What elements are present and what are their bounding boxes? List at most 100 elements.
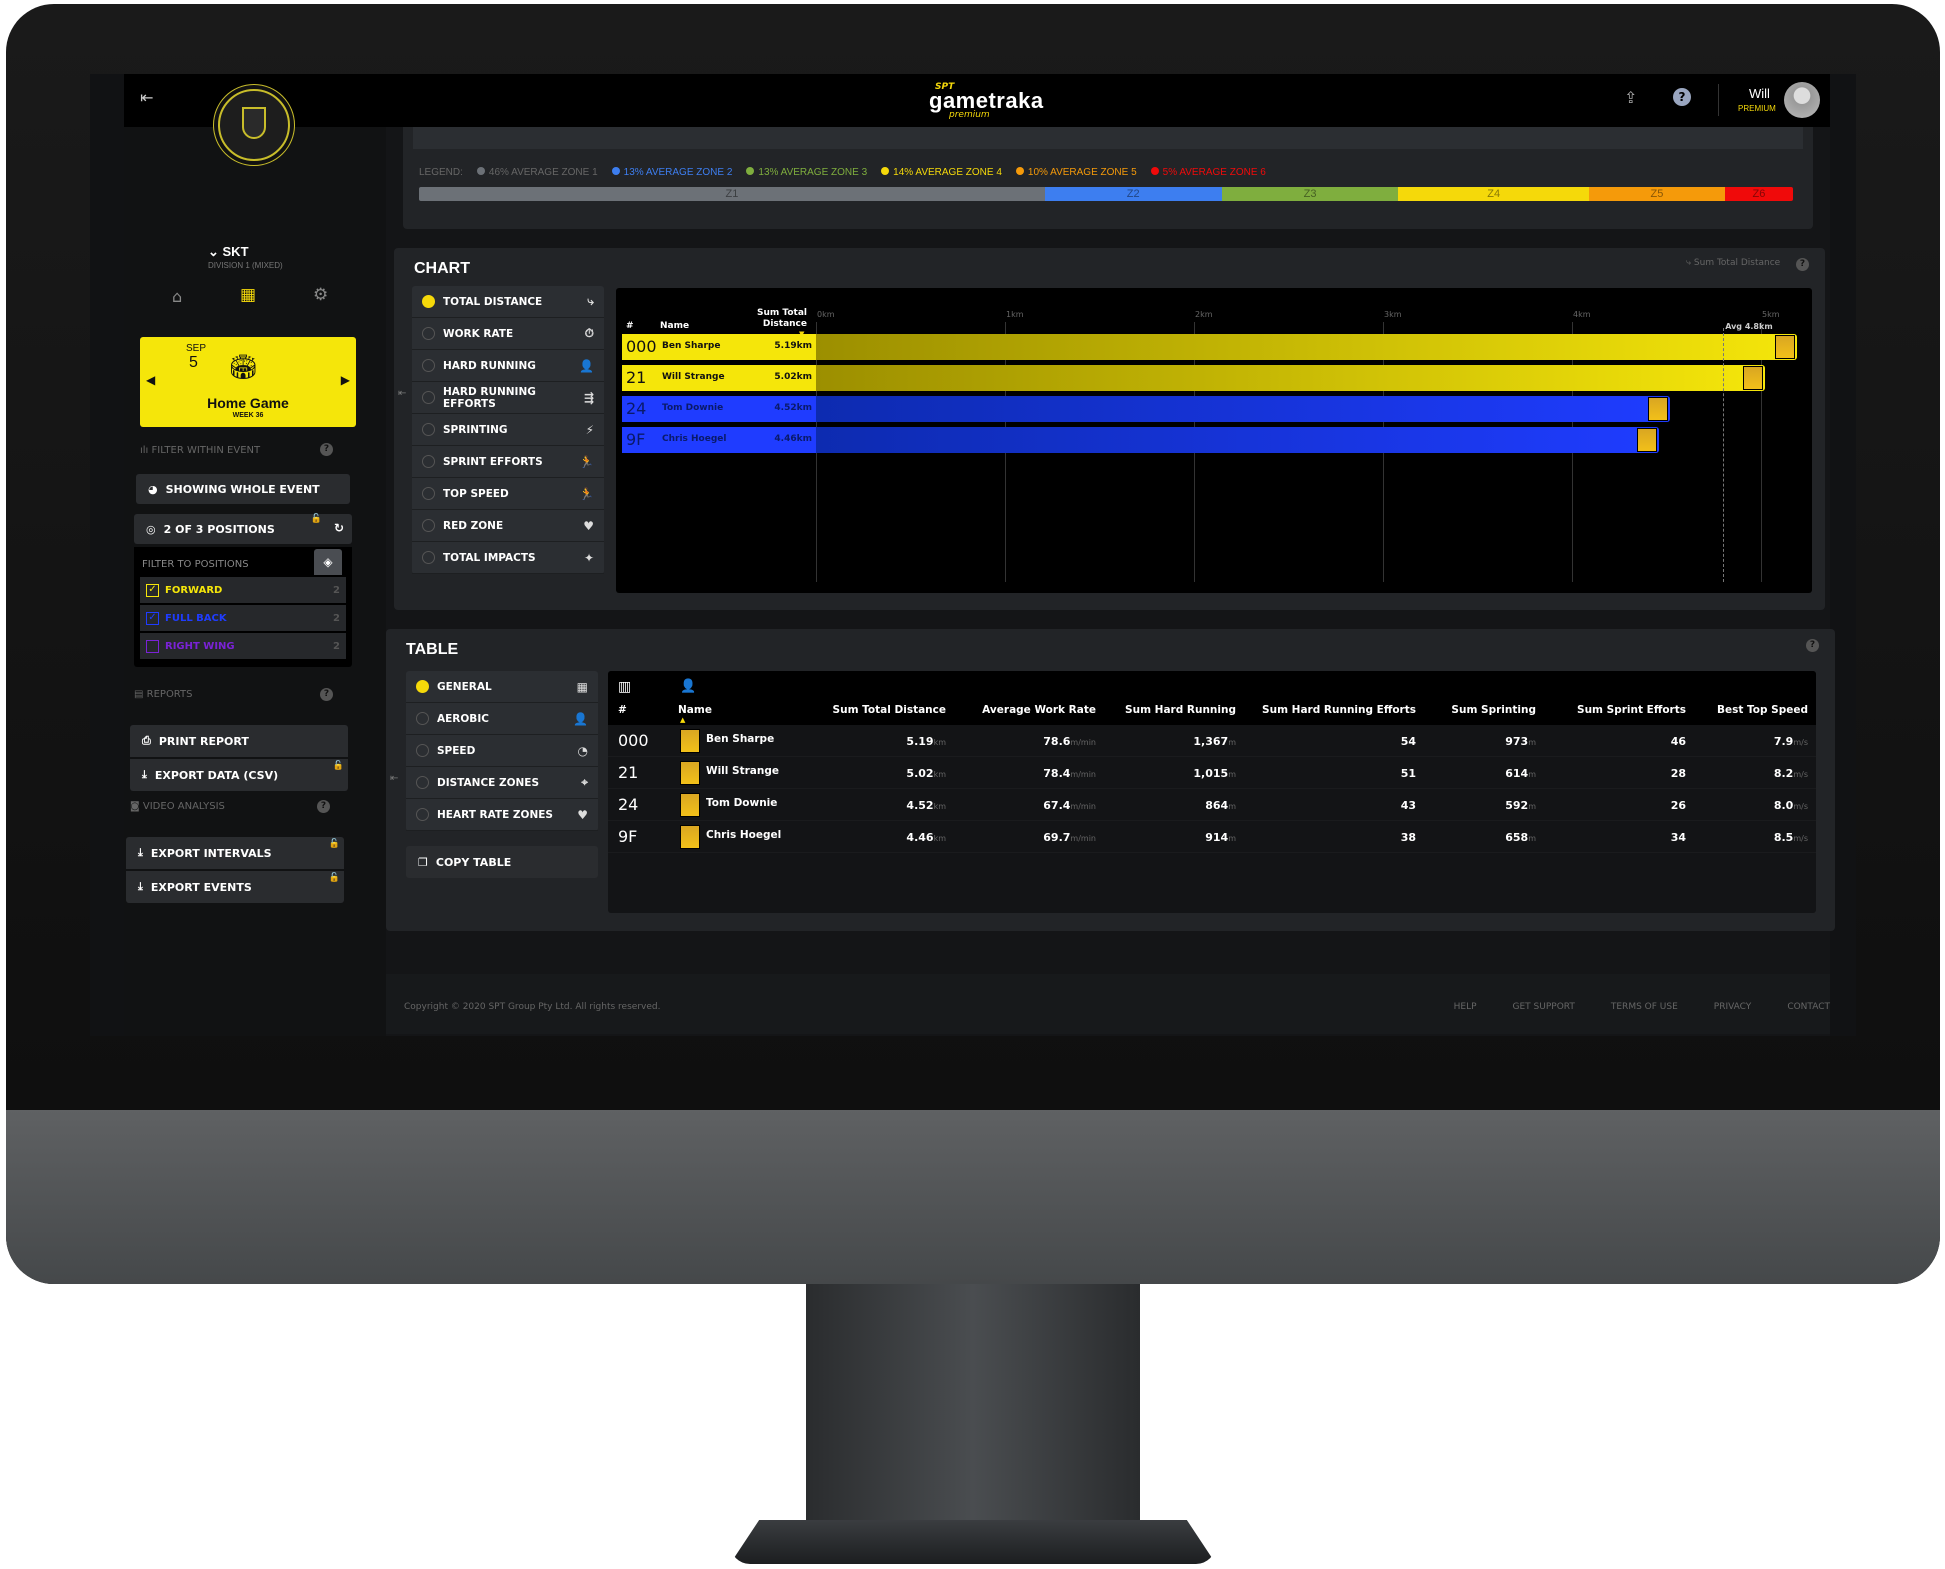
help-icon[interactable]: ? xyxy=(320,688,333,701)
option-red-zone[interactable]: RED ZONE ♥ xyxy=(412,510,604,542)
radio[interactable] xyxy=(422,359,435,372)
share-icon[interactable]: ⇪ xyxy=(1624,88,1637,107)
bar[interactable] xyxy=(816,427,1659,453)
option-hard-running[interactable]: HARD RUNNING 👤 xyxy=(412,350,604,382)
radio[interactable] xyxy=(416,776,429,789)
col-header[interactable]: Sum Hard Running xyxy=(1125,704,1236,716)
checkbox[interactable] xyxy=(146,639,159,653)
radio[interactable] xyxy=(422,295,435,308)
radio[interactable] xyxy=(422,423,435,436)
x-tick-label: 4km xyxy=(1573,310,1591,319)
export-csv-button[interactable]: ⤓ EXPORT DATA (CSV) 🔓 xyxy=(130,759,348,791)
footer-link[interactable]: HELP xyxy=(1454,1002,1477,1012)
checkbox[interactable]: ✓ xyxy=(146,611,159,625)
col-header[interactable]: Sum Sprinting xyxy=(1451,704,1536,716)
cell-value: 67.4 xyxy=(1043,799,1071,812)
radio[interactable] xyxy=(422,455,435,468)
paint-bucket-icon[interactable]: ◈ xyxy=(314,549,342,575)
bar-row-label: 24 Tom Downie 4.52km xyxy=(622,396,816,422)
table-row[interactable]: 9F Chris Hoegel 4.46km 69.7m/min 914m 38 658m 3… xyxy=(608,821,1816,853)
position-option[interactable]: RIGHT WING 2 xyxy=(140,633,346,659)
cell-value: 4.52 xyxy=(906,799,934,812)
team-selector[interactable]: ⌄ SKT xyxy=(208,244,249,260)
option-speed[interactable]: SPEED ◔ xyxy=(406,735,598,767)
radio[interactable] xyxy=(422,327,435,340)
help-icon[interactable]: ? xyxy=(1796,258,1809,271)
checkbox[interactable]: ✓ xyxy=(146,583,159,597)
gear-icon[interactable]: ⚙ xyxy=(313,285,328,305)
col-header[interactable]: Sum Total Distance xyxy=(833,704,946,716)
footer-link[interactable]: CONTACT xyxy=(1787,1002,1830,1012)
position-option[interactable]: ✓ FULL BACK 2 xyxy=(140,605,346,631)
collapse-options-icon[interactable]: ⇤ xyxy=(390,773,398,784)
option-total-impacts[interactable]: TOTAL IMPACTS ✦ xyxy=(412,542,604,574)
radio[interactable] xyxy=(422,519,435,532)
collapse-options-icon[interactable]: ⇤ xyxy=(398,388,406,399)
footer-link[interactable]: PRIVACY xyxy=(1714,1002,1752,1012)
radio[interactable] xyxy=(416,744,429,757)
copy-table-button[interactable]: ❐ COPY TABLE xyxy=(406,846,598,878)
bar[interactable] xyxy=(816,365,1765,391)
option-sprinting[interactable]: SPRINTING ⚡ xyxy=(412,414,604,446)
radio[interactable] xyxy=(416,712,429,725)
option-aerobic[interactable]: AEROBIC 👤 xyxy=(406,703,598,735)
bar-row-label: 9F Chris Hoegel 4.46km xyxy=(622,427,816,453)
avatar[interactable] xyxy=(1784,82,1820,118)
option-total-distance[interactable]: TOTAL DISTANCE ⤷ xyxy=(412,286,604,318)
cell-unit: km xyxy=(933,834,946,843)
gridline xyxy=(1761,322,1762,582)
export-intervals-button[interactable]: ⤓ EXPORT INTERVALS 🔓 xyxy=(126,837,344,869)
top-bar: ⇤ SPT gametraka premium ⇪ ? Will PREMIUM xyxy=(124,74,1830,127)
export-events-button[interactable]: ⤓ EXPORT EVENTS 🔓 xyxy=(126,871,344,903)
footer-link[interactable]: TERMS OF USE xyxy=(1611,1002,1678,1012)
table-row[interactable]: 24 Tom Downie 4.52km 67.4m/min 864m 43 592m 26 8… xyxy=(608,789,1816,821)
col-header-value[interactable]: Sum Total Distance xyxy=(751,308,807,330)
cell-value: 78.4 xyxy=(1043,767,1071,780)
table-row[interactable]: 000 Ben Sharpe 5.19km 78.6m/min 1,367m 54 973m… xyxy=(608,725,1816,757)
reset-icon[interactable]: ↻ xyxy=(334,521,344,535)
cell-unit: m/min xyxy=(1070,770,1096,779)
help-icon[interactable]: ? xyxy=(320,443,333,456)
col-header[interactable]: Sum Hard Running Efforts xyxy=(1262,704,1416,716)
help-icon[interactable]: ? xyxy=(317,800,330,813)
zone-dot-icon xyxy=(1015,167,1024,175)
radio[interactable] xyxy=(422,551,435,564)
print-report-button[interactable]: ⎙ PRINT REPORT xyxy=(130,725,348,757)
radio[interactable] xyxy=(416,808,429,821)
option-distance-zones[interactable]: DISTANCE ZONES ⌖ xyxy=(406,767,598,799)
event-period-dropdown[interactable]: ◕ SHOWING WHOLE EVENT xyxy=(136,474,350,504)
position-option[interactable]: ✓ FORWARD 2 xyxy=(140,577,346,603)
option-hard-running-efforts[interactable]: HARD RUNNING EFFORTS ⇶ xyxy=(412,382,604,414)
collapse-sidebar-icon[interactable]: ⇤ xyxy=(140,88,153,107)
option-heart-rate-zones[interactable]: HEART RATE ZONES ♥ xyxy=(406,799,598,831)
col-header[interactable]: Name xyxy=(678,704,712,716)
bar[interactable] xyxy=(816,334,1797,360)
col-header[interactable]: Best Top Speed xyxy=(1717,704,1808,716)
home-icon[interactable]: ⌂ xyxy=(172,287,182,306)
option-work-rate[interactable]: WORK RATE ⏱ xyxy=(412,318,604,350)
calendar-icon[interactable]: ▦ xyxy=(240,285,256,305)
col-header[interactable]: Average Work Rate xyxy=(982,704,1096,716)
col-header[interactable]: # xyxy=(618,704,627,716)
option-sprint-efforts[interactable]: SPRINT EFFORTS 🏃 xyxy=(412,446,604,478)
help-icon[interactable]: ? xyxy=(1673,88,1691,106)
help-icon[interactable]: ? xyxy=(1806,639,1819,652)
average-line xyxy=(1723,328,1725,582)
table-row[interactable]: 21 Will Strange 5.02km 78.4m/min 1,015m 51 614… xyxy=(608,757,1816,789)
cell-value: 8.2 xyxy=(1773,767,1794,780)
radio[interactable] xyxy=(422,391,435,404)
positions-dropdown[interactable]: ◎ 2 OF 3 POSITIONS 🔓 ↻ xyxy=(134,514,352,544)
radio[interactable] xyxy=(422,487,435,500)
monitor-base xyxy=(730,1520,1216,1564)
footer-link[interactable]: GET SUPPORT xyxy=(1513,1002,1575,1012)
next-event-button[interactable]: ▶ xyxy=(341,373,350,387)
col-header[interactable]: Sum Sprint Efforts xyxy=(1577,704,1686,716)
radio[interactable] xyxy=(416,680,429,693)
prev-event-button[interactable]: ◀ xyxy=(146,373,155,387)
cell-value: 5.02 xyxy=(906,767,934,780)
option-label: TOP SPEED xyxy=(443,487,509,500)
bar[interactable] xyxy=(816,396,1671,422)
option-general[interactable]: GENERAL ▦ xyxy=(406,671,598,703)
event-card[interactable]: ◀ ▶ SEP 5 🏟 Home Game WEEK 36 xyxy=(140,337,356,427)
option-top-speed[interactable]: TOP SPEED 🏃 xyxy=(412,478,604,510)
